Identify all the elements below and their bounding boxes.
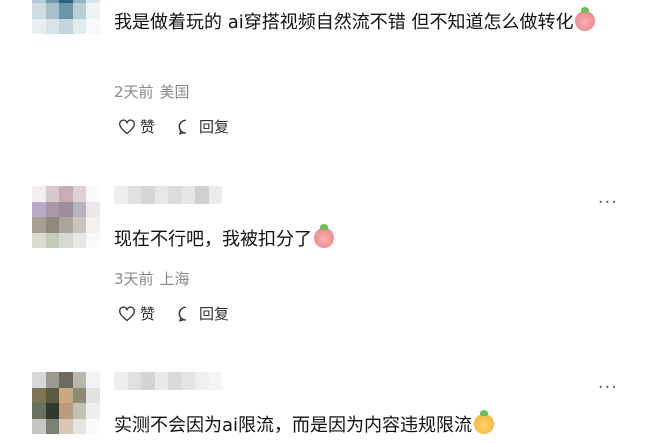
username[interactable] <box>114 372 222 390</box>
timestamp: 3天前 <box>114 270 154 288</box>
crying-face-emoji <box>575 7 596 31</box>
reply-button[interactable]: 回复 <box>177 116 229 137</box>
avatar[interactable] <box>32 372 100 434</box>
reply-label: 回复 <box>199 118 230 136</box>
speech-bubble-icon <box>178 119 187 135</box>
heart-icon <box>119 305 135 321</box>
avatar[interactable] <box>32 0 100 34</box>
more-options-icon[interactable]: ··· <box>598 194 618 212</box>
comment-text: 我是做着玩的 ai穿搭视频自然流不错 但不知道怎么做转化 <box>114 7 614 36</box>
location: 美国 <box>159 83 190 101</box>
crying-face-emoji <box>314 224 334 248</box>
comment-actions: 赞 回复 <box>118 116 229 137</box>
comment-text: 实测不会因为ai限流，而是因为内容违规限流 <box>114 410 614 439</box>
speech-bubble-icon <box>178 306 187 322</box>
comment-text-content: 实测不会因为ai限流，而是因为内容违规限流 <box>114 415 473 436</box>
avatar[interactable] <box>32 186 100 248</box>
timestamp: 2天前 <box>114 83 154 101</box>
comment-text-content: 现在不行吧，我被扣分了 <box>114 229 312 250</box>
comment-actions: 赞 回复 <box>118 303 229 324</box>
reply-button[interactable]: 回复 <box>177 303 229 324</box>
like-button[interactable]: 赞 <box>118 116 155 137</box>
reply-label: 回复 <box>199 305 230 323</box>
comment-meta: 2天前 美国 <box>114 81 190 102</box>
comment-meta: 3天前 上海 <box>114 268 190 289</box>
location: 上海 <box>159 270 190 288</box>
more-options-icon[interactable]: ··· <box>598 379 618 397</box>
comment-text-content: 我是做着玩的 ai穿搭视频自然流不错 但不知道怎么做转化 <box>114 12 574 33</box>
like-label: 赞 <box>140 305 156 323</box>
smiling-face-emoji <box>474 410 495 434</box>
username[interactable] <box>114 186 222 204</box>
heart-icon <box>119 118 135 134</box>
comment-text: 现在不行吧，我被扣分了 <box>114 224 614 253</box>
like-button[interactable]: 赞 <box>118 303 155 324</box>
like-label: 赞 <box>140 118 156 136</box>
